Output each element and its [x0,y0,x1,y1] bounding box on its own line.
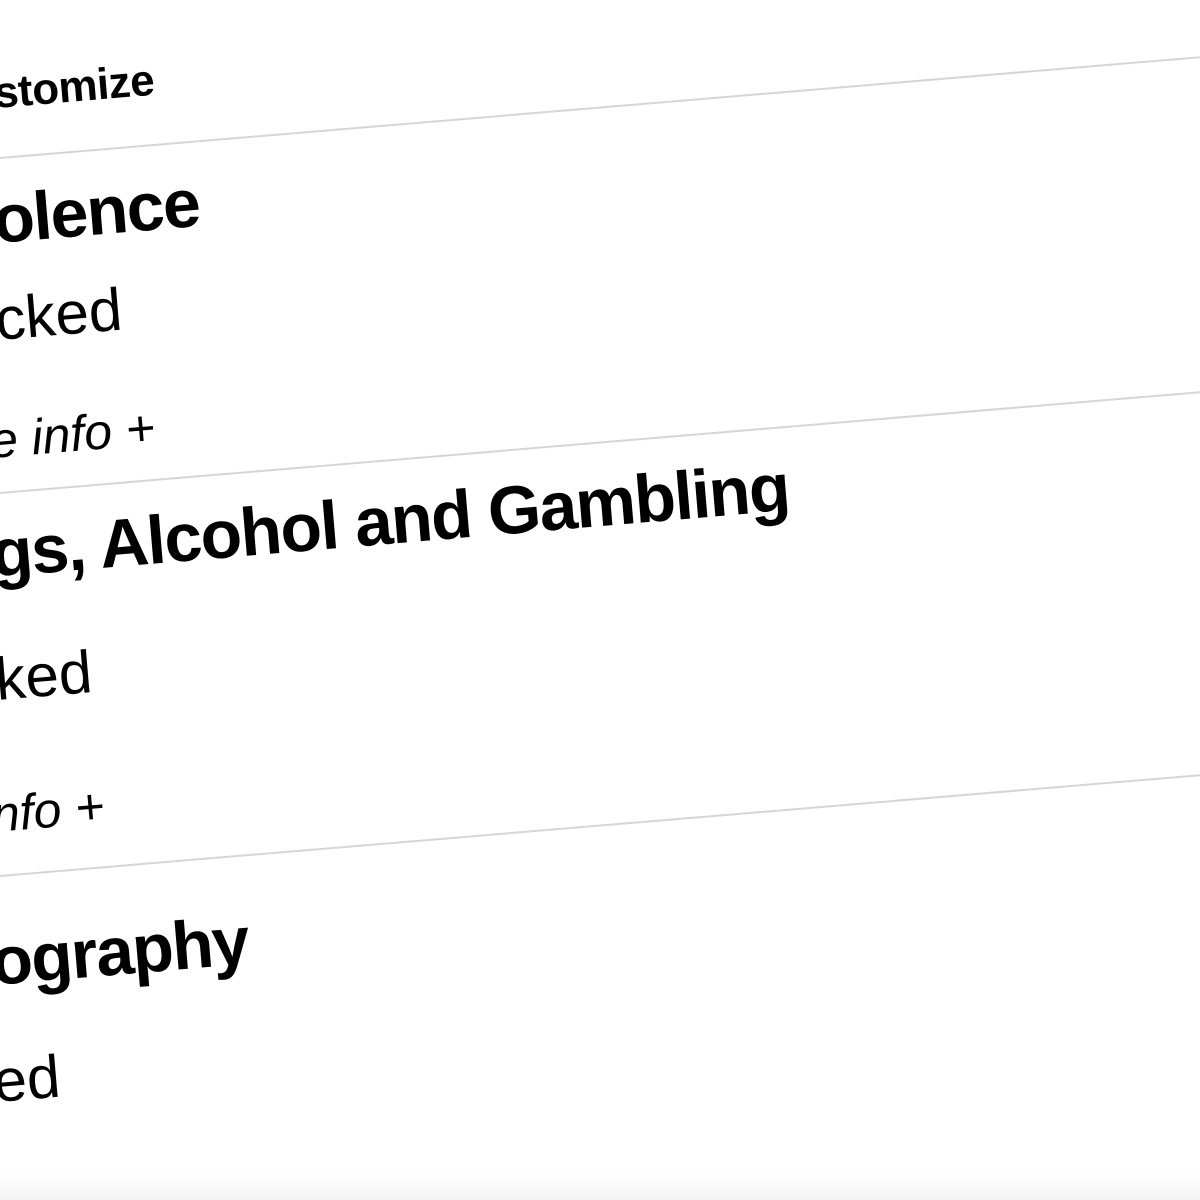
divider [0,44,1200,164]
content-filter-panel: stomize olence cked e info + gs, Alcohol… [0,0,1200,1200]
category-status[interactable]: ed [0,1043,63,1115]
more-info-link[interactable]: e info + [0,399,157,469]
category-title: gs, Alcohol and Gambling [0,449,792,592]
bottom-fade [0,1172,1200,1200]
category-title: olence [0,164,203,258]
more-info-link[interactable]: nfo + [0,778,106,843]
category-status[interactable]: cked [0,276,125,353]
category-status[interactable]: ked [0,638,95,713]
divider [0,762,1200,882]
category-title: ography [0,902,252,1000]
customize-heading: stomize [0,55,156,118]
